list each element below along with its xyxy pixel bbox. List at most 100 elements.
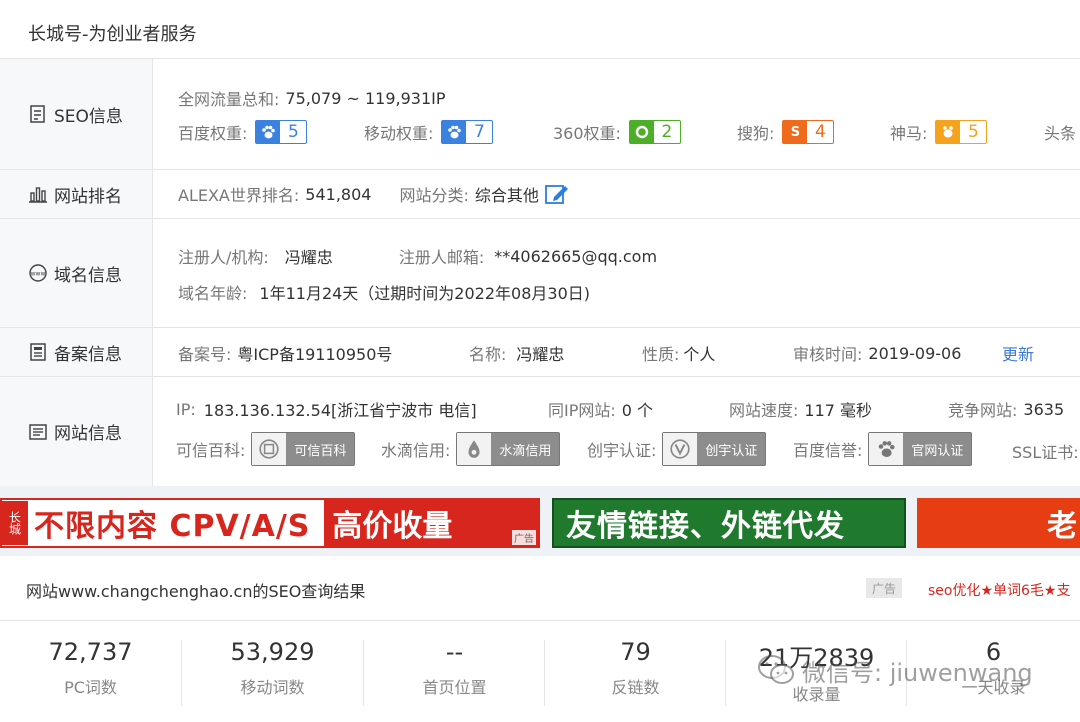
ip-value: 183.136.132.54[浙江省宁波市 电信] bbox=[204, 397, 477, 421]
speed-value: 117 毫秒 bbox=[804, 397, 872, 421]
same-ip: 同IP网站: 0 个 bbox=[548, 397, 653, 421]
page-title: 长城号-为创业者服务 bbox=[28, 20, 197, 46]
registrant-label: 注册人/机构: bbox=[178, 244, 269, 268]
banner-price-block: 高价收量 广告 bbox=[324, 500, 538, 546]
same-ip-label: 同IP网站: bbox=[548, 397, 616, 421]
site-label: 网站信息 bbox=[0, 377, 153, 486]
banner-links-text: 友情链接、外链代发 bbox=[566, 501, 845, 545]
sogou-icon: S bbox=[783, 121, 807, 143]
watermark-text: 微信号: jiuwenwang bbox=[802, 653, 1033, 688]
baidu-credit-badge[interactable]: 官网认证 bbox=[868, 432, 972, 466]
ip-label: IP: bbox=[176, 400, 196, 419]
ip-line: IP: 183.136.132.54[浙江省宁波市 电信] bbox=[176, 397, 477, 421]
email-value: **4062665@qq.com bbox=[494, 247, 657, 266]
alexa-value: 541,804 bbox=[305, 185, 371, 204]
seo-label-text: SEO信息 bbox=[54, 102, 123, 127]
update-link[interactable]: 更新 bbox=[1002, 341, 1034, 365]
ad-label: 广告 bbox=[866, 578, 902, 598]
seo-label: SEO信息 bbox=[0, 59, 153, 169]
ssl-label: SSL证书: bbox=[1012, 439, 1079, 463]
icp-label: 备案信息 bbox=[0, 328, 153, 376]
svg-text:www: www bbox=[31, 271, 46, 278]
kexin-label: 可信百科: bbox=[176, 437, 245, 461]
kexin-cert[interactable]: 可信百科: 可信百科 bbox=[176, 432, 355, 466]
category-label: 网站分类: bbox=[399, 182, 468, 206]
ad-banner-red[interactable]: 老 bbox=[917, 498, 1080, 548]
domain-row: www 域名信息 注册人/机构: 冯耀忠 注册人邮箱: **4062665@qq… bbox=[0, 219, 1080, 328]
mobile-weight-badge[interactable]: 7 bbox=[441, 120, 493, 144]
seo-results-card: 网站www.changchenghao.cn的SEO查询结果 广告 seo优化★… bbox=[0, 556, 1080, 722]
shenma-weight-badge[interactable]: 5 bbox=[935, 120, 987, 144]
domain-label: www 域名信息 bbox=[0, 219, 153, 327]
shield-badge-icon bbox=[252, 433, 286, 465]
mobile-weight-value: 7 bbox=[466, 122, 492, 142]
baidu-credit-cert[interactable]: 百度信誉: 官网认证 bbox=[793, 432, 972, 466]
stat-value: 72,737 bbox=[0, 638, 181, 666]
baidu-paw-icon bbox=[442, 121, 466, 143]
stat-value: -- bbox=[364, 638, 545, 666]
document-icon bbox=[28, 104, 48, 124]
icp-name-value: 冯耀忠 bbox=[516, 341, 564, 365]
ad-banner-links[interactable]: 友情链接、外链代发 bbox=[552, 498, 906, 548]
baidu-weight-badge[interactable]: 5 bbox=[255, 120, 307, 144]
email-label: 注册人邮箱: bbox=[399, 244, 484, 268]
alexa-label: ALEXA世界排名: bbox=[178, 182, 299, 206]
seo-row: SEO信息 全网流量总和: 75,079 ~ 119,931IP 百度权重: 5… bbox=[0, 59, 1080, 170]
kexin-badge[interactable]: 可信百科 bbox=[251, 432, 355, 466]
baidu-paw-icon bbox=[256, 121, 280, 143]
age-value: 1年11月24天（过期时间为2022年08月30日) bbox=[259, 280, 590, 304]
sogou-weight-value: 4 bbox=[807, 122, 833, 142]
shuidi-cert[interactable]: 水滴信用: 水滴信用 bbox=[381, 432, 560, 466]
same-ip-value: 0 个 bbox=[622, 397, 653, 421]
360-weight-label: 360权重: bbox=[553, 120, 621, 144]
site-label-text: 网站信息 bbox=[54, 419, 122, 444]
shuidi-badge-text: 水滴信用 bbox=[491, 440, 559, 459]
traffic-label: 全网流量总和: bbox=[178, 86, 279, 110]
banner-seal: 长城 bbox=[2, 501, 28, 545]
stat-value: 79 bbox=[545, 638, 726, 666]
chuangyu-cert[interactable]: 创宇认证: 创宇认证 bbox=[587, 432, 766, 466]
banner-ad-tag: 广告 bbox=[512, 530, 536, 545]
shuidi-badge[interactable]: 水滴信用 bbox=[456, 432, 560, 466]
360-weight[interactable]: 360权重: 2 bbox=[553, 120, 681, 144]
age-label: 域名年龄: bbox=[178, 280, 247, 304]
mobile-weight[interactable]: 移动权重: 7 bbox=[364, 120, 493, 144]
icp-number: 备案号: 粤ICP备19110950号 bbox=[178, 341, 392, 365]
baidu-weight-label: 百度权重: bbox=[178, 120, 247, 144]
360-weight-badge[interactable]: 2 bbox=[629, 120, 681, 144]
sogou-weight[interactable]: 搜狗: S 4 bbox=[737, 120, 834, 144]
traffic-line: 全网流量总和: 75,079 ~ 119,931IP bbox=[178, 86, 446, 110]
shenma-weight[interactable]: 神马: 5 bbox=[890, 120, 987, 144]
stat-backlinks[interactable]: 79 反链数 bbox=[545, 638, 726, 708]
ranking-label-text: 网站排名 bbox=[54, 182, 122, 207]
baidu-weight[interactable]: 百度权重: 5 bbox=[178, 120, 307, 144]
wechat-icon bbox=[756, 652, 796, 688]
site-info-icon bbox=[28, 422, 48, 442]
stat-mobile-keywords[interactable]: 53,929 移动词数 bbox=[182, 638, 363, 708]
icp-name: 名称: 冯耀忠 bbox=[469, 341, 564, 365]
sogou-weight-badge[interactable]: S 4 bbox=[782, 120, 834, 144]
baidu-credit-badge-text: 官网认证 bbox=[903, 440, 971, 459]
site-row: 网站信息 IP: 183.136.132.54[浙江省宁波市 电信] 同IP网站… bbox=[0, 377, 1080, 486]
stat-pc-keywords[interactable]: 72,737 PC词数 bbox=[0, 638, 181, 708]
chuangyu-badge-text: 创宇认证 bbox=[697, 440, 765, 459]
edit-icon[interactable] bbox=[545, 183, 569, 205]
domain-label-text: 域名信息 bbox=[54, 261, 122, 286]
kexin-badge-text: 可信百科 bbox=[286, 440, 354, 459]
icp-type: 性质: 个人 bbox=[642, 341, 715, 365]
ad-text-link[interactable]: seo优化★单词6毛★支 bbox=[928, 580, 1070, 600]
icp-row: 备案信息 备案号: 粤ICP备19110950号 名称: 冯耀忠 性质: 个人 … bbox=[0, 328, 1080, 377]
ad-banner-cpv[interactable]: 长城 不限内容 CPV/A/S 高价收量 广告 bbox=[0, 498, 540, 548]
wechat-watermark: 微信号: jiuwenwang bbox=[756, 650, 1033, 690]
shenma-weight-value: 5 bbox=[960, 122, 986, 142]
icp-number-label: 备案号: bbox=[178, 341, 231, 365]
icp-name-label: 名称: bbox=[469, 341, 506, 365]
icp-type-value: 个人 bbox=[683, 341, 715, 365]
ranking-line: ALEXA世界排名: 541,804 网站分类: 综合其他 bbox=[178, 182, 569, 206]
chuangyu-badge[interactable]: 创宇认证 bbox=[662, 432, 766, 466]
mobile-weight-label: 移动权重: bbox=[364, 120, 433, 144]
site-speed: 网站速度: 117 毫秒 bbox=[729, 397, 872, 421]
stat-homepage-position[interactable]: -- 首页位置 bbox=[364, 638, 545, 708]
chuangyu-label: 创宇认证: bbox=[587, 437, 656, 461]
bar-chart-icon bbox=[28, 184, 48, 204]
